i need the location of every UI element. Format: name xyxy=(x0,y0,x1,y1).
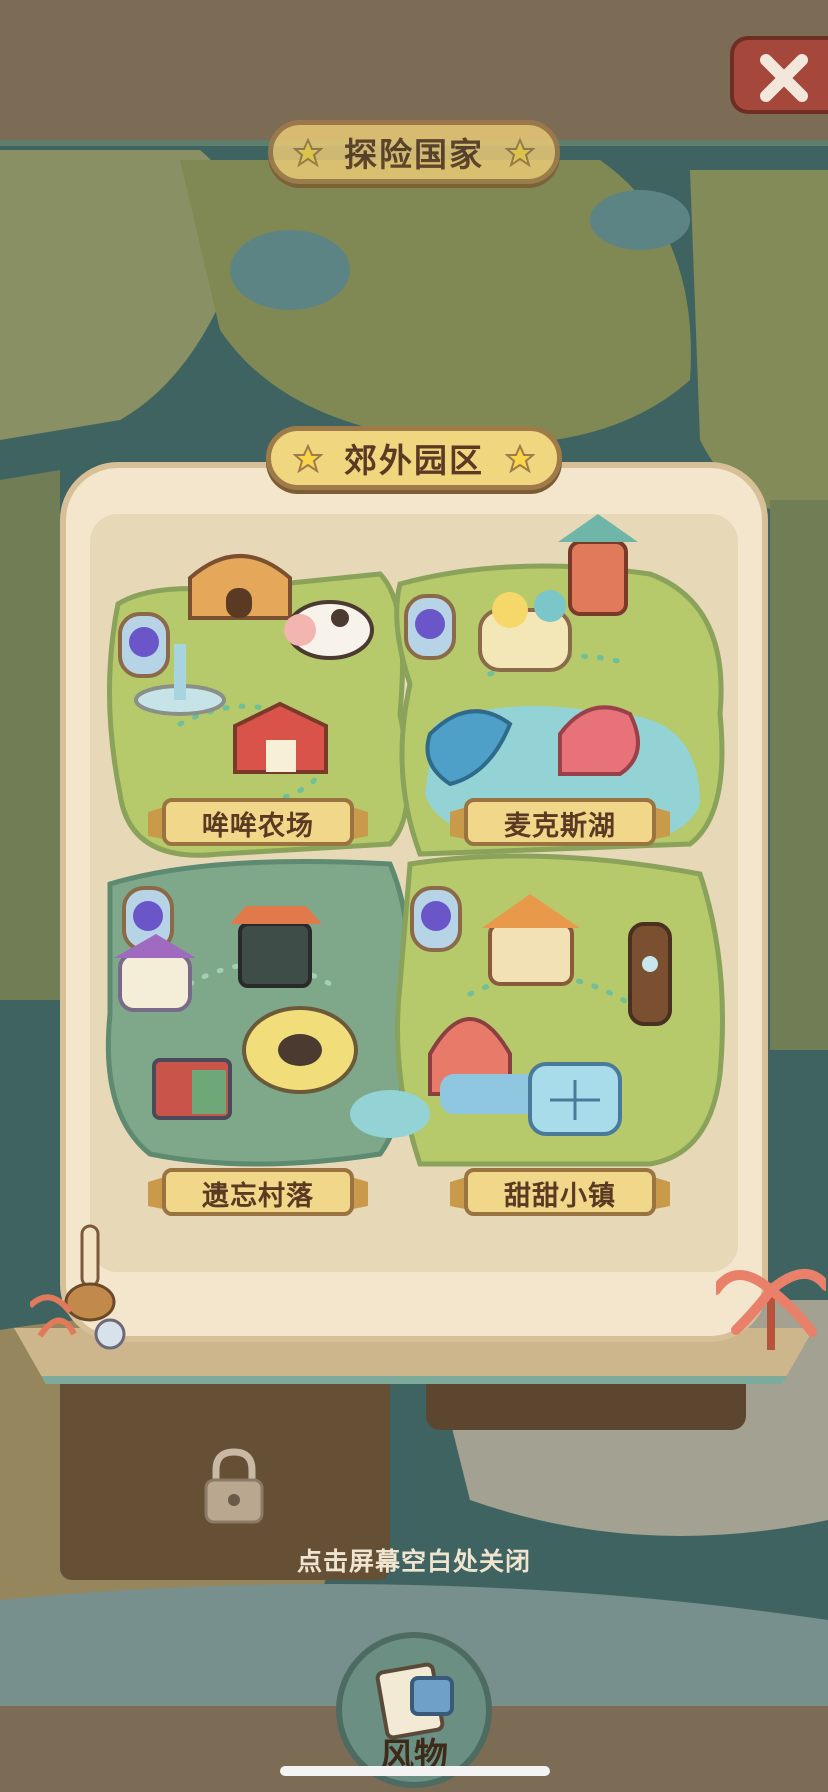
area-banner-max-lake[interactable]: 麦克斯湖 xyxy=(450,796,670,850)
region-map: 哞哞农场 麦克斯湖 遗忘村落 甜甜小镇 xyxy=(90,514,738,1272)
home-indicator xyxy=(280,1766,550,1776)
country-title-plaque: 探险国家 xyxy=(268,120,560,184)
star-icon xyxy=(505,444,535,474)
blob-creature-icon xyxy=(242,1006,358,1094)
portal-icon xyxy=(118,612,170,678)
area-banner-moo-farm[interactable]: 哞哞农场 xyxy=(148,796,368,850)
area-label: 遗忘村落 xyxy=(202,1180,314,1212)
lock-icon xyxy=(204,1448,264,1524)
cow-icon xyxy=(284,600,374,660)
star-icon xyxy=(293,444,323,474)
portal-icon xyxy=(404,594,456,660)
area-label: 麦克斯湖 xyxy=(504,810,616,842)
area-banner-forgotten-village[interactable]: 遗忘村落 xyxy=(148,1166,368,1220)
portal-icon xyxy=(410,886,462,952)
well-icon xyxy=(230,906,322,988)
region-map-art xyxy=(90,514,738,1272)
country-title: 探险国家 xyxy=(344,135,484,174)
area-label: 哞哞农场 xyxy=(202,810,314,842)
jar-house-icon xyxy=(528,1062,622,1136)
lantern-icon xyxy=(30,1224,126,1350)
region-title-plaque: 郊外园区 xyxy=(266,426,562,490)
palm-plant-icon xyxy=(716,1268,826,1350)
region-panel: 哞哞农场 麦克斯湖 遗忘村落 甜甜小镇 xyxy=(60,462,768,1342)
region-title: 郊外园区 xyxy=(344,441,484,480)
hut-icon xyxy=(188,554,292,620)
star-icon xyxy=(293,138,323,168)
close-hint: 点击屏幕空白处关闭 xyxy=(296,1547,531,1576)
recycle-bin-icon xyxy=(152,1058,232,1120)
star-icon xyxy=(505,138,535,168)
area-banner-sweet-town[interactable]: 甜甜小镇 xyxy=(450,1166,670,1220)
bottle-house-icon xyxy=(628,922,672,1026)
area-label: 甜甜小镇 xyxy=(504,1180,616,1212)
close-button[interactable] xyxy=(730,36,828,114)
close-x-icon xyxy=(760,54,808,102)
